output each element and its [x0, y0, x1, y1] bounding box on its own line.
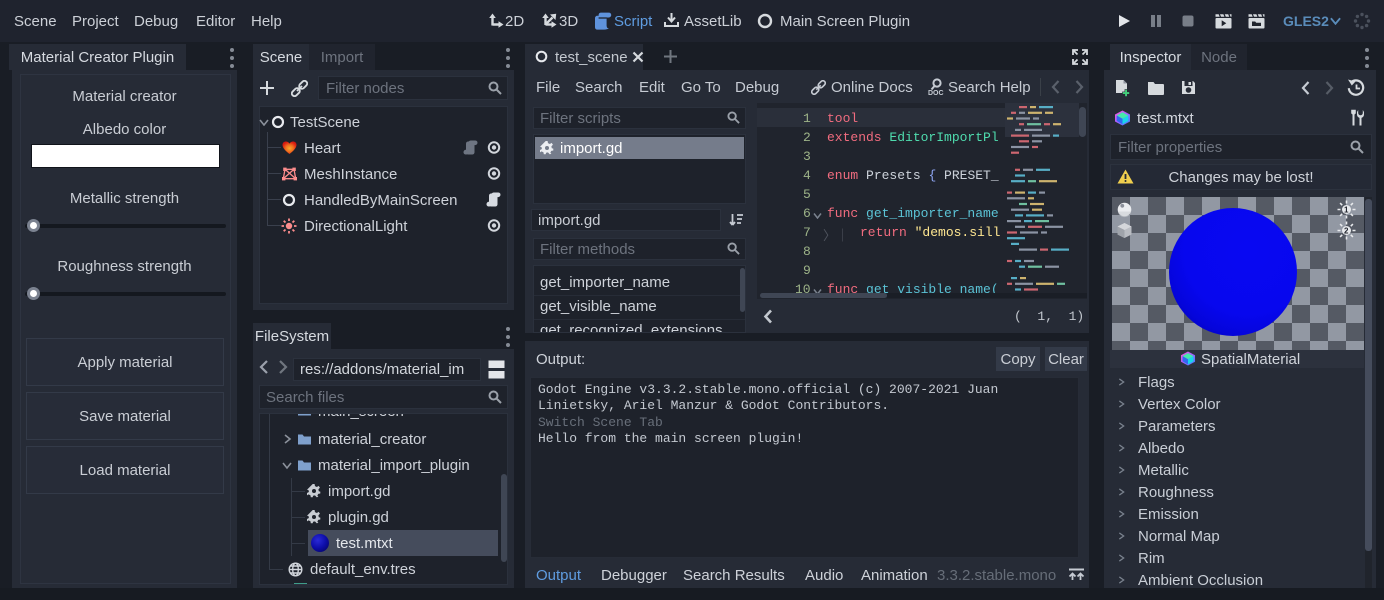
- svg-text:1: 1: [1344, 206, 1349, 215]
- svg-text:2: 2: [1344, 227, 1349, 236]
- svg-text:DOC: DOC: [928, 90, 944, 96]
